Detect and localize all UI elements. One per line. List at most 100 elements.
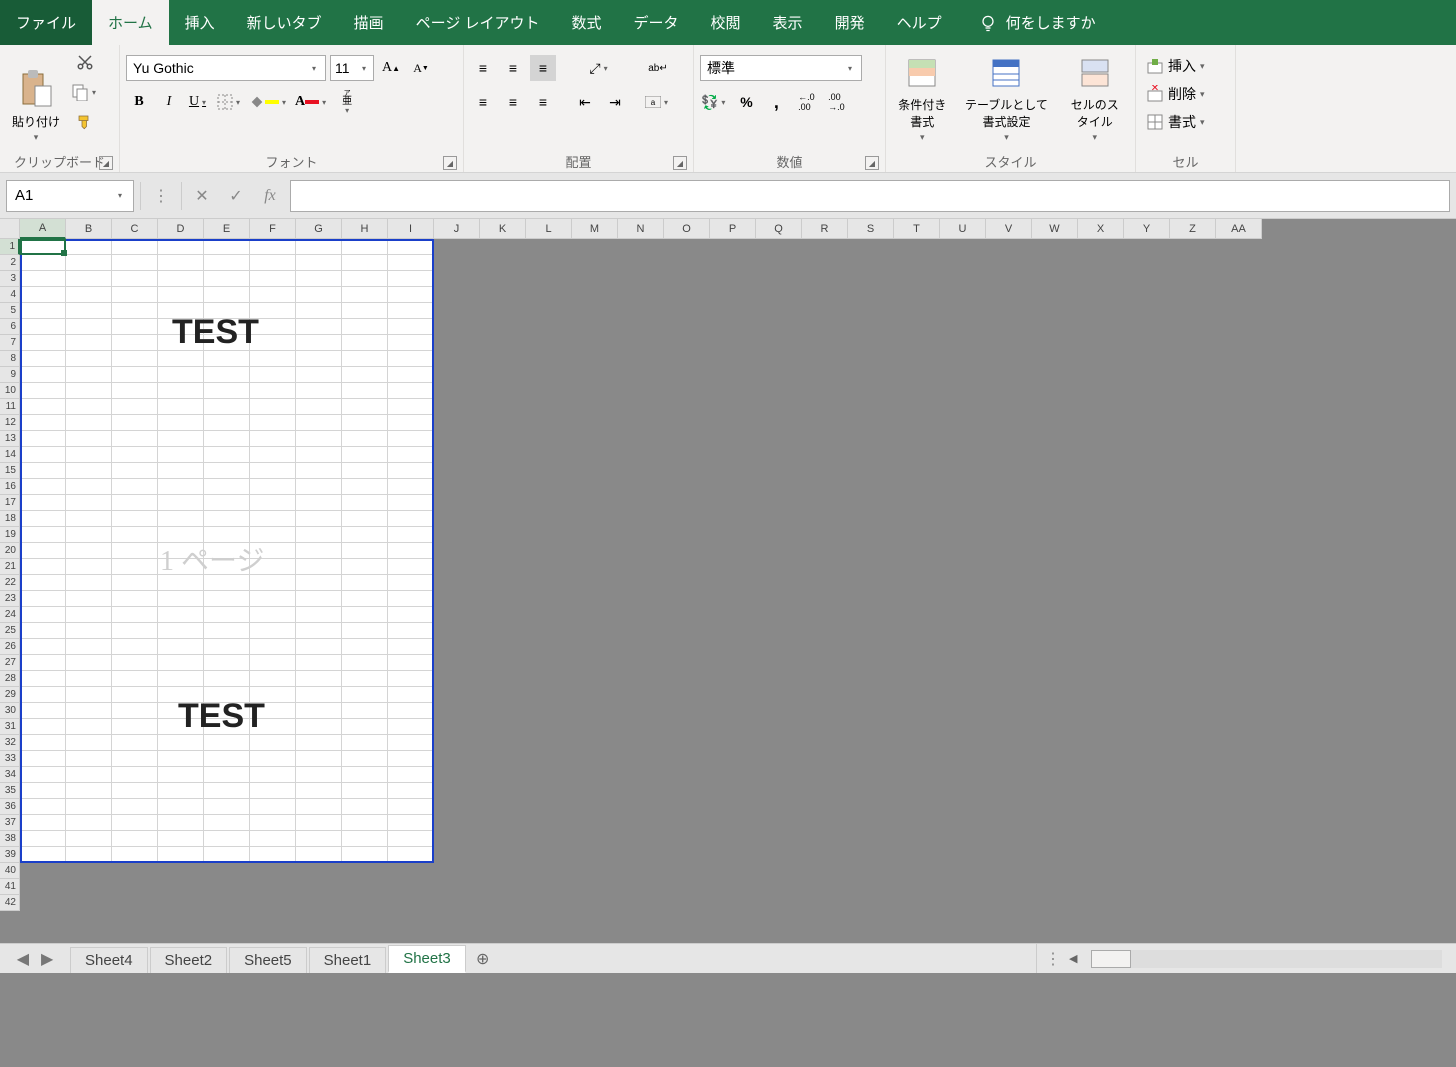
cell[interactable]	[572, 271, 618, 287]
percent-button[interactable]: %	[733, 89, 759, 115]
cell[interactable]	[802, 847, 848, 863]
cell[interactable]	[342, 463, 388, 479]
tab-insert[interactable]: 挿入	[169, 0, 231, 45]
cell[interactable]	[296, 367, 342, 383]
cell[interactable]	[342, 751, 388, 767]
cell[interactable]	[526, 351, 572, 367]
cell[interactable]	[848, 575, 894, 591]
cell[interactable]	[66, 575, 112, 591]
cell[interactable]	[388, 255, 434, 271]
cell[interactable]	[664, 479, 710, 495]
cell[interactable]	[618, 639, 664, 655]
cell[interactable]	[572, 623, 618, 639]
cell[interactable]	[434, 863, 480, 879]
cell[interactable]	[480, 351, 526, 367]
cell[interactable]	[480, 415, 526, 431]
cell[interactable]	[894, 703, 940, 719]
cell[interactable]	[66, 591, 112, 607]
cell[interactable]	[848, 767, 894, 783]
cell[interactable]	[894, 767, 940, 783]
cell[interactable]	[710, 335, 756, 351]
cell[interactable]	[572, 735, 618, 751]
horizontal-scrollbar[interactable]: ⋮ ◀	[1036, 944, 1456, 973]
cell[interactable]	[802, 431, 848, 447]
cell[interactable]	[250, 863, 296, 879]
cell[interactable]	[66, 831, 112, 847]
cell[interactable]	[526, 895, 572, 911]
cell[interactable]	[572, 431, 618, 447]
cell[interactable]	[20, 367, 66, 383]
cell[interactable]	[1032, 671, 1078, 687]
cell[interactable]	[1216, 431, 1262, 447]
cell[interactable]	[20, 479, 66, 495]
cell[interactable]	[986, 527, 1032, 543]
row-header-20[interactable]: 20	[0, 543, 20, 559]
cell[interactable]	[802, 831, 848, 847]
cell[interactable]	[1170, 447, 1216, 463]
cell[interactable]	[1078, 783, 1124, 799]
cell[interactable]	[342, 319, 388, 335]
col-header-K[interactable]: K	[480, 219, 526, 239]
cell[interactable]	[112, 351, 158, 367]
cell[interactable]	[66, 703, 112, 719]
cell[interactable]	[112, 319, 158, 335]
cell[interactable]	[710, 687, 756, 703]
cell[interactable]	[526, 431, 572, 447]
cell[interactable]	[342, 591, 388, 607]
cell[interactable]	[1124, 239, 1170, 255]
cell[interactable]	[480, 463, 526, 479]
font-size-select[interactable]: 11▾	[330, 55, 374, 81]
cell[interactable]	[158, 895, 204, 911]
col-header-U[interactable]: U	[940, 219, 986, 239]
cell[interactable]	[204, 319, 250, 335]
cell[interactable]	[20, 447, 66, 463]
cell[interactable]	[1078, 879, 1124, 895]
cell[interactable]	[20, 799, 66, 815]
cell[interactable]	[848, 799, 894, 815]
col-header-C[interactable]: C	[112, 219, 158, 239]
formula-input[interactable]	[290, 180, 1450, 212]
cell[interactable]	[526, 399, 572, 415]
cell[interactable]	[1032, 799, 1078, 815]
cell[interactable]	[1216, 415, 1262, 431]
cell[interactable]	[1216, 799, 1262, 815]
cell[interactable]	[66, 751, 112, 767]
cell[interactable]	[296, 399, 342, 415]
cell[interactable]	[434, 815, 480, 831]
cell[interactable]	[756, 303, 802, 319]
cell[interactable]	[480, 607, 526, 623]
cell[interactable]	[1032, 863, 1078, 879]
cell[interactable]	[480, 735, 526, 751]
cell[interactable]	[710, 239, 756, 255]
cell[interactable]	[20, 863, 66, 879]
cell[interactable]	[112, 735, 158, 751]
cell[interactable]	[66, 847, 112, 863]
cell[interactable]	[66, 719, 112, 735]
col-header-X[interactable]: X	[1078, 219, 1124, 239]
cell[interactable]	[434, 575, 480, 591]
cell[interactable]	[1124, 703, 1170, 719]
cell[interactable]	[66, 255, 112, 271]
cell[interactable]	[250, 495, 296, 511]
cell[interactable]	[112, 623, 158, 639]
cell[interactable]	[66, 895, 112, 911]
cell[interactable]	[20, 671, 66, 687]
cell[interactable]	[526, 303, 572, 319]
cell[interactable]	[204, 367, 250, 383]
cell[interactable]	[802, 319, 848, 335]
cell[interactable]	[618, 655, 664, 671]
cell[interactable]	[848, 367, 894, 383]
cell[interactable]	[756, 383, 802, 399]
cell[interactable]	[618, 687, 664, 703]
cell[interactable]	[1078, 287, 1124, 303]
cell[interactable]	[848, 719, 894, 735]
cell[interactable]	[802, 767, 848, 783]
cell[interactable]	[296, 351, 342, 367]
cell[interactable]	[342, 271, 388, 287]
cell[interactable]	[756, 367, 802, 383]
align-middle-button[interactable]: ≡	[500, 55, 526, 81]
cell[interactable]	[802, 383, 848, 399]
cell[interactable]	[434, 591, 480, 607]
cell[interactable]	[986, 799, 1032, 815]
col-header-B[interactable]: B	[66, 219, 112, 239]
